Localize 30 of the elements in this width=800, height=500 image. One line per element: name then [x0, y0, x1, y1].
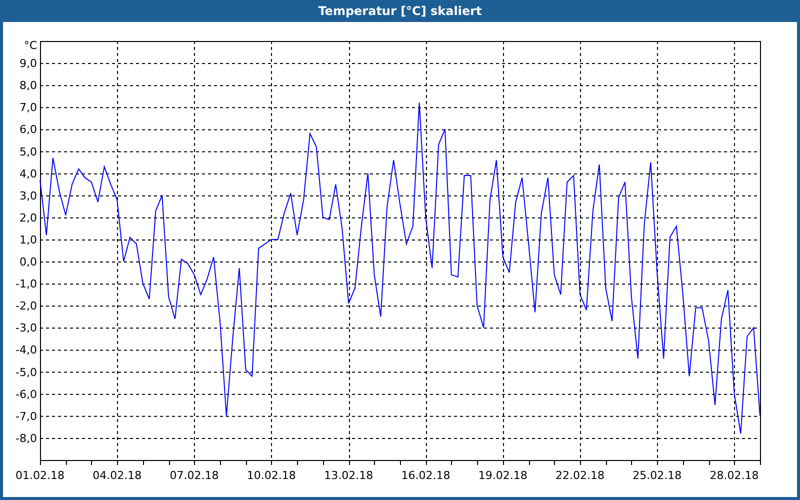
x-axis-label: 16.02.18 [401, 469, 450, 482]
y-axis-label: 5,0 [20, 145, 37, 158]
y-axis-label: 6,0 [20, 123, 37, 136]
unit-label: °C [24, 39, 37, 52]
x-axis-label: 22.02.18 [556, 469, 604, 482]
y-axis-label: 4,0 [20, 167, 37, 180]
x-axis-label: 01.02.18 [16, 469, 64, 482]
y-axis-label: 1,0 [20, 233, 37, 246]
x-axis-label: 13.02.18 [324, 469, 374, 482]
y-axis-label: 3,0 [20, 189, 37, 202]
y-axis-label: -6,0 [16, 388, 37, 401]
y-axis-label: -4,0 [16, 344, 37, 357]
x-axis-label: 28.02.18 [710, 469, 759, 482]
x-axis-label: 04.02.18 [92, 469, 142, 482]
y-axis-label: -3,0 [16, 322, 37, 335]
y-axis-label: -2,0 [16, 300, 37, 313]
x-axis-label: 19.02.18 [478, 469, 528, 482]
y-axis-label: -7,0 [16, 410, 37, 423]
y-axis-label: 9,0 [20, 57, 37, 70]
window-title: Temperatur [°C] skaliert [318, 4, 482, 18]
x-axis-label: 25.02.18 [632, 469, 682, 482]
y-axis-label: -8,0 [16, 432, 37, 445]
x-axis-label: 10.02.18 [246, 469, 296, 482]
y-axis-label: -5,0 [16, 366, 37, 379]
y-axis-label: 7,0 [20, 101, 37, 114]
y-axis-label: 8,0 [20, 79, 37, 92]
y-axis-label: -1,0 [16, 278, 37, 291]
y-axis-label: 0,0 [20, 256, 37, 269]
y-axis-label: 2,0 [20, 211, 37, 224]
x-axis-label: 07.02.18 [170, 469, 219, 482]
